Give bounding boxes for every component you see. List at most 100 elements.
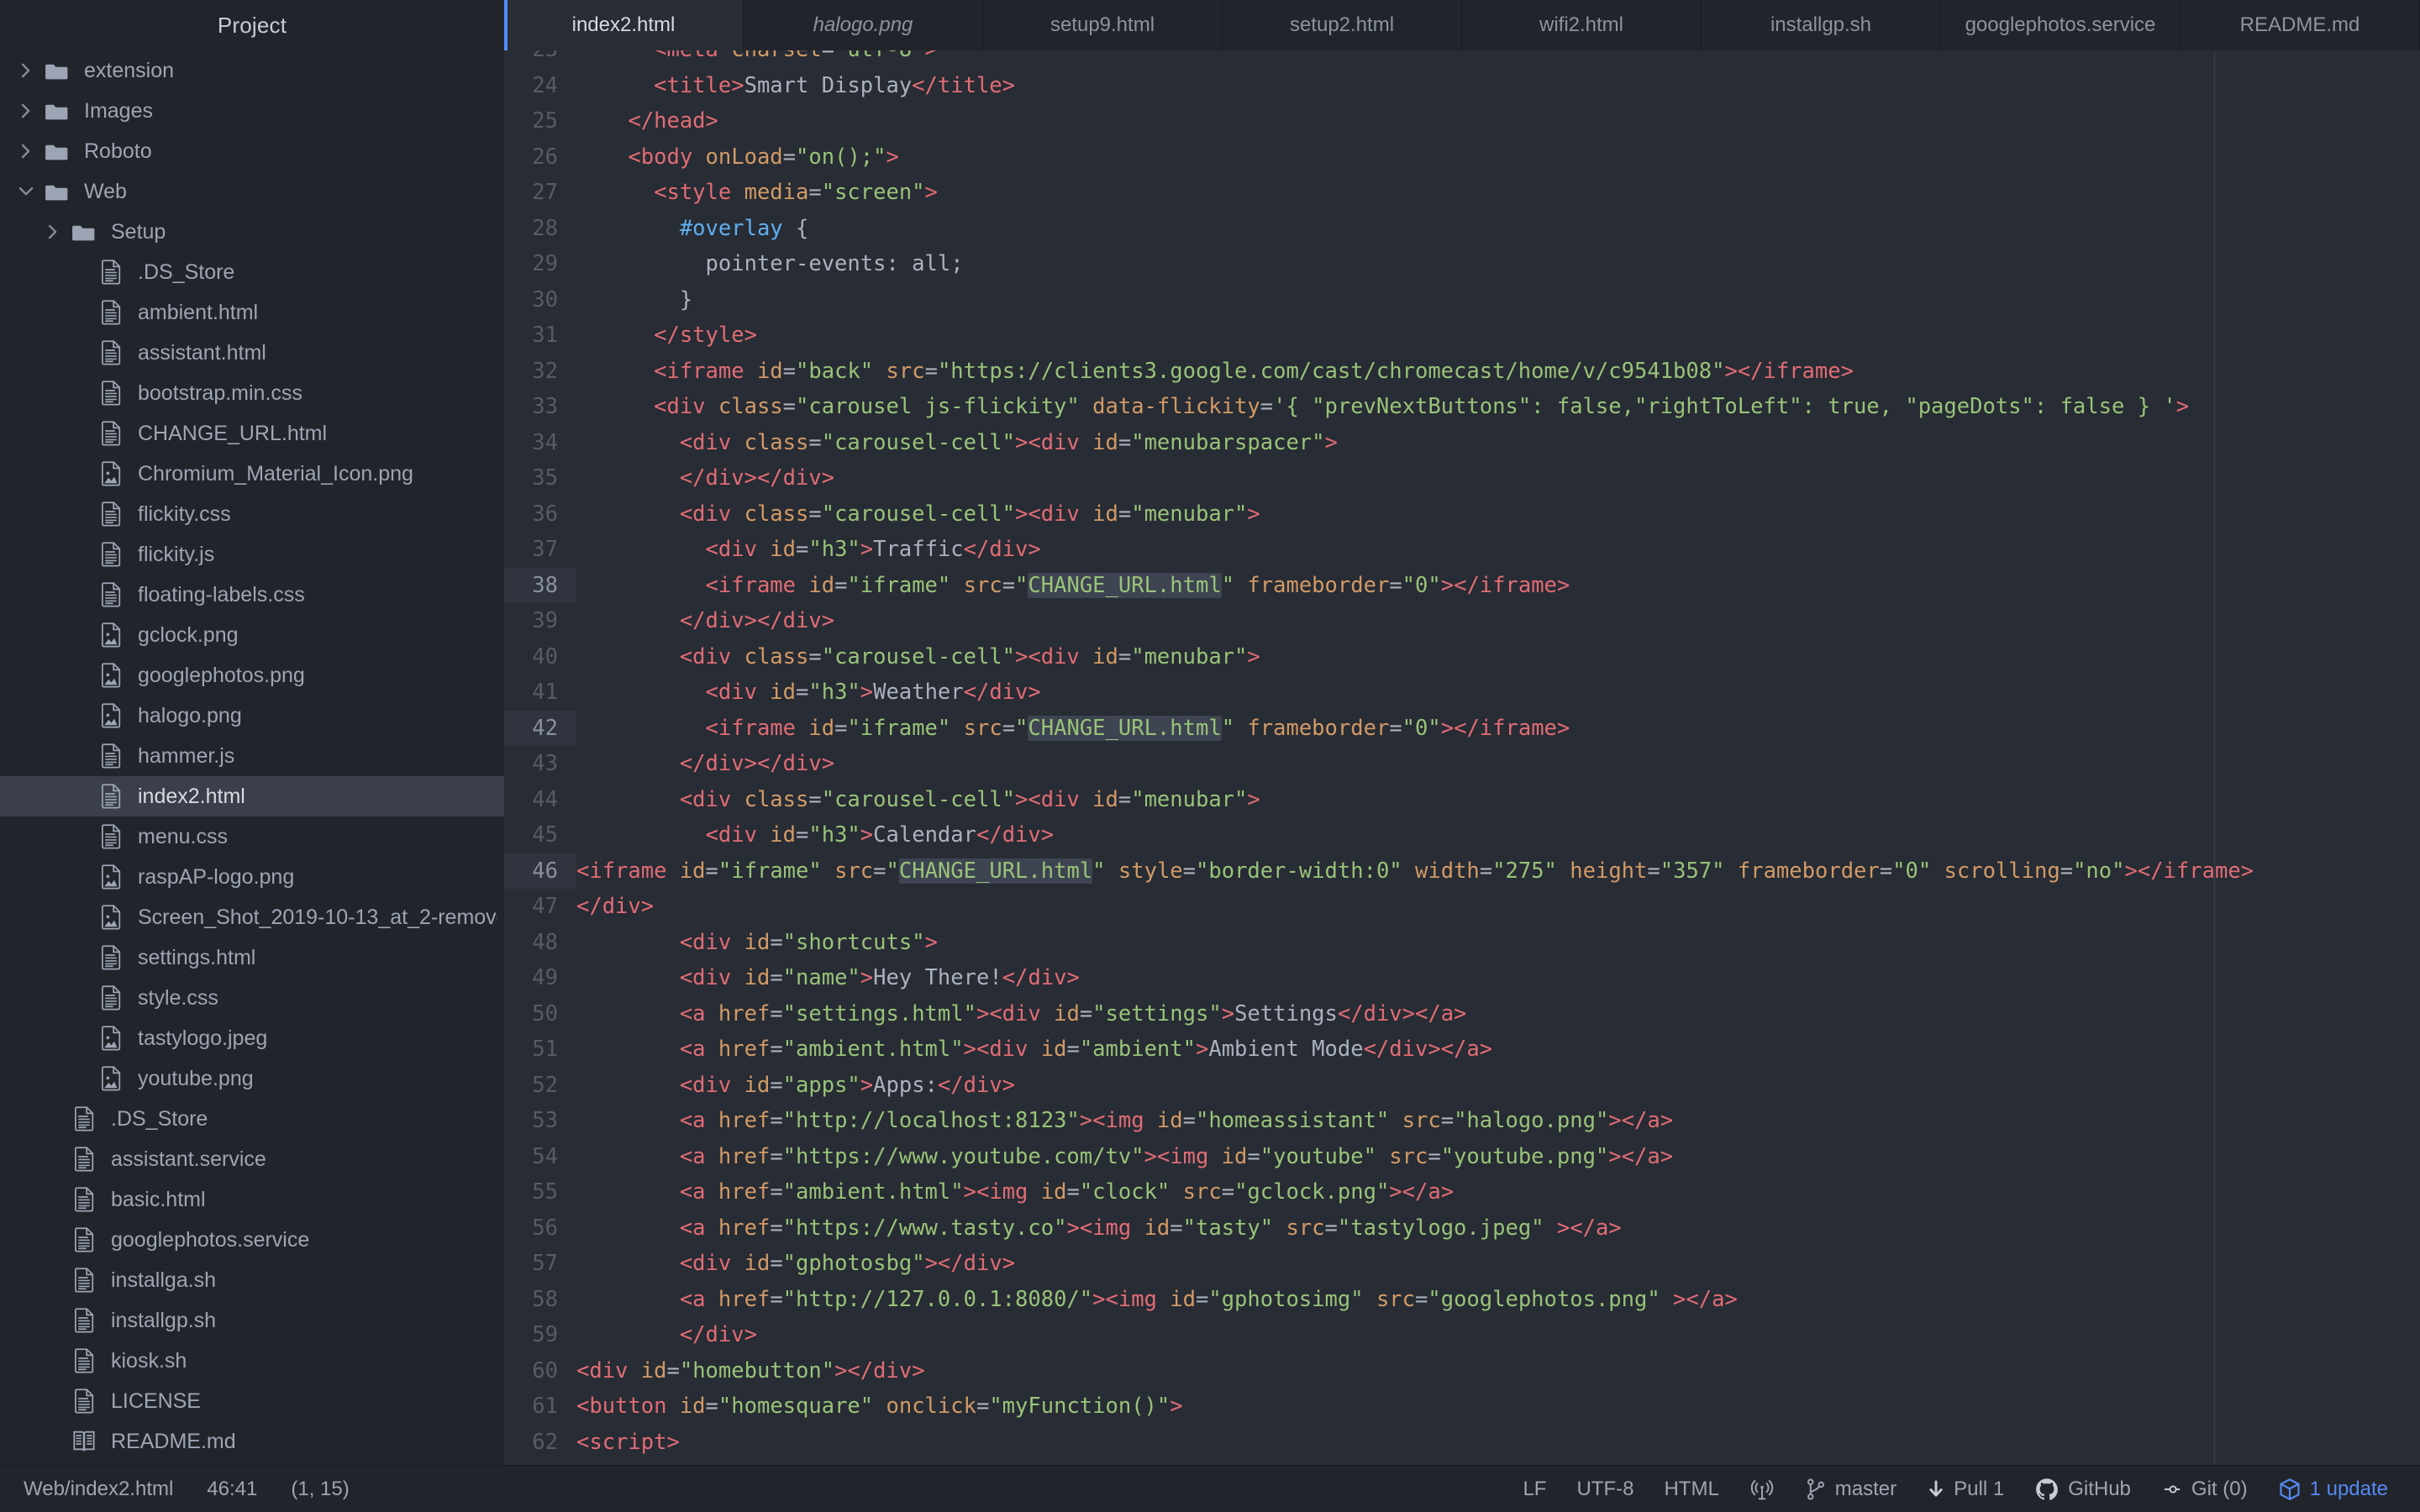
code-line[interactable]: 40 <div class="carousel-cell"><div id="m… (504, 638, 2420, 675)
tree-file-googlephotos-png[interactable]: googlephotos.png (0, 655, 504, 696)
code-line[interactable]: 27 <style media="screen"> (504, 175, 2420, 211)
code-line[interactable]: 46 <iframe id="iframe" src="CHANGE_URL.ht… (504, 853, 2420, 889)
chevron-right-icon[interactable] (12, 63, 40, 78)
status-grammar[interactable]: HTML (1664, 1478, 1718, 1501)
tree-file-license[interactable]: LICENSE (0, 1381, 504, 1421)
code-line[interactable]: 32 <iframe id="back" src="https://client… (504, 353, 2420, 389)
status-line-ending[interactable]: LF (1523, 1478, 1546, 1501)
tree-file-installgp-sh[interactable]: installgp.sh (0, 1300, 504, 1341)
code-line[interactable]: 48 <div id="shortcuts"> (504, 924, 2420, 960)
code-line[interactable]: 35 </div></div> (504, 460, 2420, 496)
code-line[interactable]: 26 <body onLoad="on();"> (504, 139, 2420, 175)
chevron-right-icon[interactable] (39, 224, 67, 239)
code-line[interactable]: 34 <div class="carousel-cell"><div id="m… (504, 424, 2420, 460)
tree-file-ds-store[interactable]: .DS_Store (0, 252, 504, 292)
tree-file-gclock-png[interactable]: gclock.png (0, 615, 504, 655)
git-changes-indicator[interactable]: Git (0) (2161, 1478, 2248, 1501)
tree-file-kiosk-sh[interactable]: kiosk.sh (0, 1341, 504, 1381)
tab-googlephotos-service[interactable]: googlephotos.service (1941, 0, 2181, 50)
tree-file-youtube-png[interactable]: youtube.png (0, 1058, 504, 1099)
tab-setup2-html[interactable]: setup2.html (1223, 0, 1462, 50)
code-line[interactable]: 62 <script> (504, 1424, 2420, 1460)
code-line[interactable]: 37 <div id="h3">Traffic</div> (504, 532, 2420, 568)
code-line[interactable]: 63function myFunction() { (504, 1460, 2420, 1465)
tree-file-flickity-css[interactable]: flickity.css (0, 494, 504, 534)
tree-view-scroller[interactable]: extension Images Roboto Web Setup .DS_Store am… (0, 50, 504, 1465)
chevron-right-icon[interactable] (12, 144, 40, 159)
code-line[interactable]: 31 </style> (504, 318, 2420, 354)
code-line[interactable]: 56 <a href="https://www.tasty.co"><img i… (504, 1210, 2420, 1246)
tree-file-hammer-js[interactable]: hammer.js (0, 736, 504, 776)
code-line[interactable]: 57 <div id="gphotosbg"></div> (504, 1246, 2420, 1282)
tab-index2-html[interactable]: index2.html (504, 0, 744, 50)
tree-file-chromium-material-icon-png[interactable]: Chromium_Material_Icon.png (0, 454, 504, 494)
tree-file-floating-labels-css[interactable]: floating-labels.css (0, 575, 504, 615)
code-line[interactable]: 33 <div class="carousel js-flickity" dat… (504, 389, 2420, 425)
code-line[interactable]: 51 <a href="ambient.html"><div id="ambie… (504, 1032, 2420, 1068)
teletype-icon[interactable] (1749, 1477, 1775, 1502)
code-line[interactable]: 36 <div class="carousel-cell"><div id="m… (504, 496, 2420, 532)
code-line[interactable]: 38 <iframe id="iframe" src="CHANGE_URL.h… (504, 567, 2420, 603)
code-line[interactable]: 49 <div id="name">Hey There!</div> (504, 960, 2420, 996)
tab-installgp-sh[interactable]: installgp.sh (1702, 0, 1941, 50)
package-updates-indicator[interactable]: 1 update (2278, 1477, 2388, 1502)
tree-folder-roboto[interactable]: Roboto (0, 131, 504, 171)
status-encoding[interactable]: UTF-8 (1576, 1478, 1634, 1501)
tree-file-settings-html[interactable]: settings.html (0, 937, 504, 978)
tree-file-raspap-logo-png[interactable]: raspAP-logo.png (0, 857, 504, 897)
tree-file-ambient-html[interactable]: ambient.html (0, 292, 504, 333)
code-line[interactable]: 61 <button id="homesquare" onclick="myFun… (504, 1389, 2420, 1425)
tree-folder-images[interactable]: Images (0, 91, 504, 131)
tree-file-halogo-png[interactable]: halogo.png (0, 696, 504, 736)
code-line[interactable]: 24 <title>Smart Display</title> (504, 67, 2420, 103)
tree-file-tastylogo-jpeg[interactable]: tastylogo.jpeg (0, 1018, 504, 1058)
tree-file-menu-css[interactable]: menu.css (0, 816, 504, 857)
tab-halogo-png[interactable]: halogo.png (744, 0, 983, 50)
tree-file-installga-sh[interactable]: installga.sh (0, 1260, 504, 1300)
github-indicator[interactable]: GitHub (2034, 1477, 2131, 1502)
code-line[interactable]: 43 </div></div> (504, 746, 2420, 782)
code-line[interactable]: 28 #overlay { (504, 210, 2420, 246)
code-line[interactable]: 42 <iframe id="iframe" src="CHANGE_URL.h… (504, 710, 2420, 746)
editor-lines[interactable]: 23 <meta charset="utf-8">24 <title>Smart… (504, 50, 2420, 1465)
tree-folder-setup[interactable]: Setup (0, 212, 504, 252)
code-line[interactable]: 55 <a href="ambient.html"><img id="clock… (504, 1174, 2420, 1210)
tab-wifi2-html[interactable]: wifi2.html (1462, 0, 1702, 50)
tree-file-index2-html[interactable]: index2.html (0, 776, 504, 816)
code-line[interactable]: 44 <div class="carousel-cell"><div id="m… (504, 781, 2420, 817)
tree-folder-web[interactable]: Web (0, 171, 504, 212)
code-line[interactable]: 29 pointer-events: all; (504, 246, 2420, 282)
code-line[interactable]: 25 </head> (504, 103, 2420, 139)
tree-file-googlephotos-service[interactable]: googlephotos.service (0, 1220, 504, 1260)
status-cursor-position[interactable]: 46:41 (207, 1478, 257, 1501)
code-line[interactable]: 41 <div id="h3">Weather</div> (504, 675, 2420, 711)
code-line[interactable]: 60 <div id="homebutton"></div> (504, 1352, 2420, 1389)
chevron-right-icon[interactable] (12, 103, 40, 118)
tab-readme-md[interactable]: README.md (2181, 0, 2420, 50)
tab-bar[interactable]: index2.html halogo.png setup9.html setup2.h… (504, 0, 2420, 50)
code-line[interactable]: 47 </div> (504, 889, 2420, 925)
git-pull-indicator[interactable]: Pull 1 (1927, 1478, 2004, 1501)
code-line[interactable]: 50 <a href="settings.html"><div id="sett… (504, 995, 2420, 1032)
code-line[interactable]: 23 <meta charset="utf-8"> (504, 50, 2420, 68)
chevron-down-icon[interactable] (12, 184, 40, 199)
tree-file-assistant-html[interactable]: assistant.html (0, 333, 504, 373)
code-line[interactable]: 58 <a href="http://127.0.0.1:8080/"><img… (504, 1281, 2420, 1317)
code-line[interactable]: 30 } (504, 281, 2420, 318)
code-line[interactable]: 45 <div id="h3">Calendar</div> (504, 817, 2420, 853)
git-branch-indicator[interactable]: master (1805, 1477, 1897, 1502)
tree-file-style-css[interactable]: style.css (0, 978, 504, 1018)
code-line[interactable]: 59 </div> (504, 1317, 2420, 1353)
tree-file-bootstrap-min-css[interactable]: bootstrap.min.css (0, 373, 504, 413)
tree-file-change-url-html[interactable]: CHANGE_URL.html (0, 413, 504, 454)
code-line[interactable]: 39 </div></div> (504, 603, 2420, 639)
tree-file-readme-md[interactable]: README.md (0, 1421, 504, 1462)
tree-file-assistant-service[interactable]: assistant.service (0, 1139, 504, 1179)
tree-file-basic-html[interactable]: basic.html (0, 1179, 504, 1220)
tree-folder-extension[interactable]: extension (0, 50, 504, 91)
tree-file-ds-store[interactable]: .DS_Store (0, 1099, 504, 1139)
code-line[interactable]: 54 <a href="https://www.youtube.com/tv">… (504, 1138, 2420, 1174)
code-line[interactable]: 52 <div id="apps">Apps:</div> (504, 1067, 2420, 1103)
text-editor[interactable]: 23 <meta charset="utf-8">24 <title>Smart… (504, 50, 2420, 1465)
tab-setup9-html[interactable]: setup9.html (983, 0, 1223, 50)
